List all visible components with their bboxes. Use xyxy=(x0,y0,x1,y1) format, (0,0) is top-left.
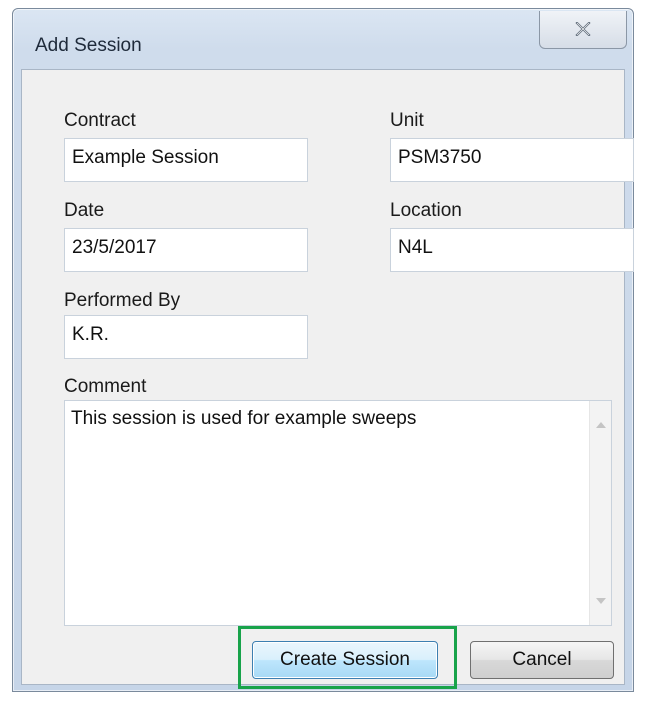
contract-label: Contract xyxy=(64,110,136,131)
unit-field[interactable]: PSM3750 xyxy=(390,138,634,182)
location-field[interactable]: N4L xyxy=(390,228,634,272)
comment-label: Comment xyxy=(64,376,147,397)
comment-textarea[interactable]: This session is used for example sweeps xyxy=(64,400,612,626)
performed-by-label: Performed By xyxy=(64,290,181,311)
unit-label: Unit xyxy=(390,110,424,131)
cancel-button[interactable]: Cancel xyxy=(470,641,614,679)
contract-field[interactable]: Example Session xyxy=(64,138,308,182)
close-button[interactable] xyxy=(539,11,627,49)
comment-scrollbar[interactable] xyxy=(589,401,611,625)
date-label: Date xyxy=(64,200,105,221)
scroll-up-arrow-icon[interactable] xyxy=(596,421,606,428)
create-session-highlight xyxy=(238,626,457,689)
add-session-dialog: Add Session Contract Example Session Uni… xyxy=(12,8,634,692)
scroll-down-arrow-icon[interactable] xyxy=(596,598,606,605)
close-icon xyxy=(575,22,591,36)
dialog-body: Contract Example Session Unit PSM3750 Da… xyxy=(21,69,634,685)
performed-by-field[interactable]: K.R. xyxy=(64,315,308,359)
date-field[interactable]: 23/5/2017 xyxy=(64,228,308,272)
comment-text: This session is used for example sweeps xyxy=(71,408,417,429)
dialog-title: Add Session xyxy=(35,35,142,56)
location-label: Location xyxy=(390,200,462,221)
title-bar[interactable]: Add Session xyxy=(13,9,633,69)
